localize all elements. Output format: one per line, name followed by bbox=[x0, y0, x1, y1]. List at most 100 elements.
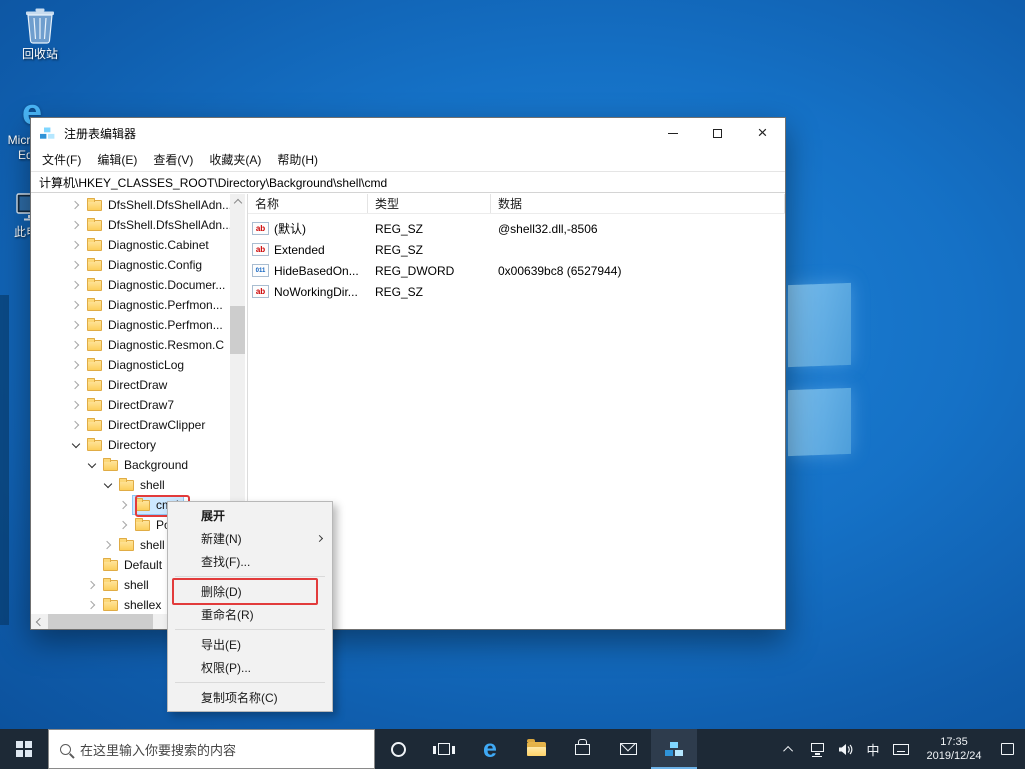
chevron-right-icon[interactable] bbox=[85, 578, 99, 592]
value-name-text: NoWorkingDir... bbox=[274, 285, 358, 299]
context-menu-item-expand[interactable]: 展开 bbox=[168, 504, 332, 527]
minimize-button[interactable] bbox=[650, 119, 695, 148]
value-row-hidebasedon[interactable]: HideBasedOn...REG_DWORD0x00639bc8 (65279… bbox=[248, 260, 785, 281]
folder-icon bbox=[87, 280, 102, 291]
folder-icon bbox=[87, 240, 102, 251]
chevron-right-icon[interactable] bbox=[69, 418, 83, 432]
tree-item-dfsshell-dfsshelladn[interactable]: DfsShell.DfsShellAdn... bbox=[31, 195, 248, 215]
chevron-right-icon[interactable] bbox=[69, 198, 83, 212]
chevron-right-icon[interactable] bbox=[69, 218, 83, 232]
tree-item-label: Background bbox=[124, 458, 188, 472]
scroll-left-icon[interactable] bbox=[36, 617, 44, 625]
tree-item-directdraw[interactable]: DirectDraw bbox=[31, 375, 248, 395]
menubar-item-help[interactable]: 帮助(H) bbox=[269, 147, 326, 172]
value-row-noworkingdir[interactable]: NoWorkingDir...REG_SZ bbox=[248, 281, 785, 302]
column-header-1[interactable]: 类型 bbox=[368, 194, 491, 213]
value-row-item[interactable]: (默认)REG_SZ@shell32.dll,-8506 bbox=[248, 218, 785, 239]
taskbar-search-input[interactable]: 在这里输入你要搜索的内容 bbox=[48, 729, 375, 769]
chevron-right-icon[interactable] bbox=[69, 298, 83, 312]
taskbar-regedit-button[interactable] bbox=[651, 729, 697, 769]
taskbar-store-button[interactable] bbox=[559, 729, 605, 769]
chevron-up-icon bbox=[783, 745, 793, 755]
action-center-button[interactable] bbox=[993, 729, 1021, 769]
close-button[interactable] bbox=[740, 119, 785, 148]
context-menu-item-export[interactable]: 导出(E) bbox=[168, 633, 332, 656]
vertical-scrollbar-thumb[interactable] bbox=[230, 306, 245, 354]
desktop-icon-recycle-bin[interactable]: 回收站 bbox=[8, 6, 72, 62]
store-icon bbox=[575, 744, 590, 755]
context-menu-item-label: 重命名(R) bbox=[201, 606, 254, 623]
tree-item-background[interactable]: Background bbox=[31, 455, 248, 475]
volume-tray-button[interactable] bbox=[831, 729, 859, 769]
tray-expand-button[interactable] bbox=[775, 729, 803, 769]
taskbar-mail-button[interactable] bbox=[605, 729, 651, 769]
maximize-button[interactable] bbox=[695, 119, 740, 148]
taskbar-clock[interactable]: 17:35 2019/12/24 bbox=[915, 735, 993, 763]
value-data: 0x00639bc8 (6527944) bbox=[491, 264, 785, 278]
touch-keyboard-button[interactable] bbox=[887, 729, 915, 769]
tree-item-directdrawclipper[interactable]: DirectDrawClipper bbox=[31, 415, 248, 435]
start-button[interactable] bbox=[0, 729, 48, 769]
tree-item-dfsshell-dfsshelladn[interactable]: DfsShell.DfsShellAdn... bbox=[31, 215, 248, 235]
tree-item-diagnosticlog[interactable]: DiagnosticLog bbox=[31, 355, 248, 375]
title-bar[interactable]: 注册表编辑器 bbox=[31, 118, 785, 148]
scroll-up-icon[interactable] bbox=[233, 199, 241, 207]
tree-item-diagnostic-cabinet[interactable]: Diagnostic.Cabinet bbox=[31, 235, 248, 255]
tree-item-directory[interactable]: Directory bbox=[31, 435, 248, 455]
chevron-right-icon[interactable] bbox=[69, 398, 83, 412]
horizontal-scrollbar-thumb[interactable] bbox=[48, 614, 153, 629]
tree-item-diagnostic-resmon-c[interactable]: Diagnostic.Resmon.C bbox=[31, 335, 248, 355]
column-header-0[interactable]: 名称 bbox=[248, 194, 368, 213]
tree-item-shell[interactable]: shell bbox=[31, 475, 248, 495]
tree-item-diagnostic-config[interactable]: Diagnostic.Config bbox=[31, 255, 248, 275]
chevron-down-icon[interactable] bbox=[85, 458, 99, 472]
taskbar-explorer-button[interactable] bbox=[513, 729, 559, 769]
context-menu-item-label: 复制项名称(C) bbox=[201, 689, 278, 706]
menubar-item-edit[interactable]: 编辑(E) bbox=[89, 147, 145, 172]
ime-indicator[interactable]: 中 bbox=[859, 729, 887, 769]
chevron-right-icon[interactable] bbox=[69, 258, 83, 272]
chevron-right-icon[interactable] bbox=[69, 278, 83, 292]
address-bar[interactable]: 计算机\HKEY_CLASSES_ROOT\Directory\Backgrou… bbox=[31, 171, 785, 193]
column-header-2[interactable]: 数据 bbox=[491, 194, 785, 213]
context-menu-item-rename[interactable]: 重命名(R) bbox=[168, 603, 332, 626]
network-tray-button[interactable] bbox=[803, 729, 831, 769]
value-name-text: HideBasedOn... bbox=[274, 264, 359, 278]
chevron-right-icon[interactable] bbox=[69, 238, 83, 252]
chevron-right-icon[interactable] bbox=[69, 318, 83, 332]
wallpaper-beam bbox=[0, 295, 9, 625]
tree-item-diagnostic-perfmon[interactable]: Diagnostic.Perfmon... bbox=[31, 315, 248, 335]
context-menu-item-find[interactable]: 查找(F)... bbox=[168, 550, 332, 573]
value-row-extended[interactable]: ExtendedREG_SZ bbox=[248, 239, 785, 260]
chevron-right-icon[interactable] bbox=[85, 598, 99, 612]
task-view-button[interactable] bbox=[421, 729, 467, 769]
chevron-right-icon[interactable] bbox=[69, 338, 83, 352]
chevron-right-icon[interactable] bbox=[101, 538, 115, 552]
chevron-down-icon[interactable] bbox=[69, 438, 83, 452]
taskbar: 在这里输入你要搜索的内容 中 17:35 2019/12/24 bbox=[0, 729, 1025, 769]
menubar-item-file[interactable]: 文件(F) bbox=[34, 147, 89, 172]
chevron-right-icon[interactable] bbox=[69, 358, 83, 372]
chevron-down-icon[interactable] bbox=[101, 478, 115, 492]
cortana-button[interactable] bbox=[375, 729, 421, 769]
context-menu-item-delete[interactable]: 删除(D) bbox=[168, 580, 332, 603]
tree-item-diagnostic-documer[interactable]: Diagnostic.Documer... bbox=[31, 275, 248, 295]
tree-item-diagnostic-perfmon[interactable]: Diagnostic.Perfmon... bbox=[31, 295, 248, 315]
tree-item-label: DirectDraw bbox=[108, 378, 167, 392]
values-list: (默认)REG_SZ@shell32.dll,-8506ExtendedREG_… bbox=[248, 214, 785, 302]
chevron-right-icon[interactable] bbox=[117, 518, 131, 532]
context-menu-item-permissions[interactable]: 权限(P)... bbox=[168, 656, 332, 679]
mail-icon bbox=[620, 743, 637, 755]
speaker-icon bbox=[838, 743, 853, 756]
taskbar-edge-button[interactable] bbox=[467, 729, 513, 769]
tree-item-directdraw7[interactable]: DirectDraw7 bbox=[31, 395, 248, 415]
menubar-item-favorites[interactable]: 收藏夹(A) bbox=[201, 147, 269, 172]
registry-editor-window: 注册表编辑器 文件(F)编辑(E)查看(V)收藏夹(A)帮助(H) 计算机\HK… bbox=[30, 117, 786, 630]
chevron-right-icon[interactable] bbox=[69, 378, 83, 392]
notification-icon bbox=[1001, 743, 1014, 755]
tree-item-label: Diagnostic.Resmon.C bbox=[108, 338, 224, 352]
context-menu-item-copy-key-name[interactable]: 复制项名称(C) bbox=[168, 686, 332, 709]
chevron-right-icon[interactable] bbox=[117, 498, 131, 512]
context-menu-item-new[interactable]: 新建(N) bbox=[168, 527, 332, 550]
menubar-item-view[interactable]: 查看(V) bbox=[145, 147, 201, 172]
